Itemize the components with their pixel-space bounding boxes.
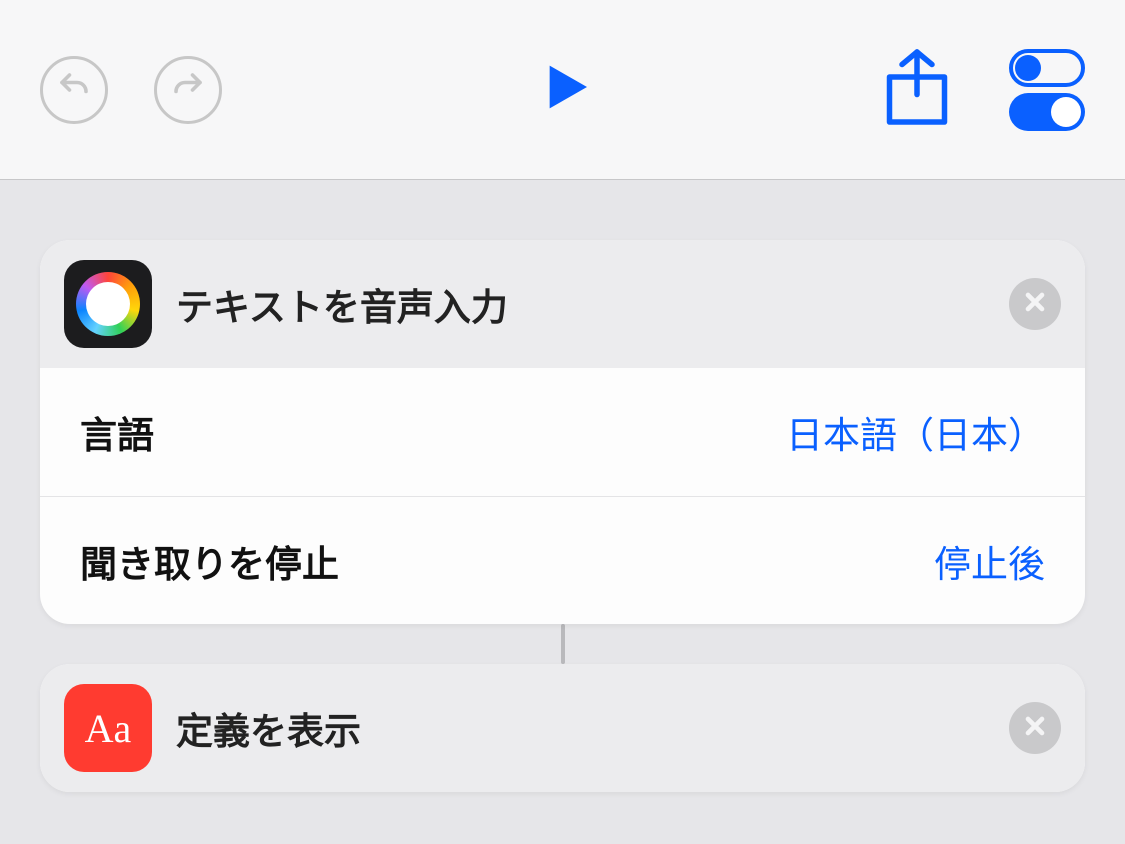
- param-value-stop[interactable]: 停止後: [934, 534, 1045, 588]
- param-label-stop: 聞き取りを停止: [80, 534, 339, 588]
- remove-action-button[interactable]: [1009, 278, 1061, 330]
- undo-icon: [56, 69, 92, 110]
- action-connector: [40, 624, 1085, 664]
- play-icon: [531, 55, 595, 124]
- share-button[interactable]: [881, 47, 953, 132]
- param-value-language[interactable]: 日本語（日本）: [786, 405, 1045, 459]
- action-card-dictate-text: テキストを音声入力 言語 日本語（日本） 聞き取りを停止 停止後: [40, 240, 1085, 624]
- play-button[interactable]: [531, 55, 595, 124]
- settings-toggle-icon: [1009, 49, 1085, 131]
- undo-button[interactable]: [40, 56, 108, 124]
- action-header[interactable]: テキストを音声入力: [40, 240, 1085, 368]
- close-icon: [1021, 712, 1049, 745]
- param-language-row[interactable]: 言語 日本語（日本）: [40, 368, 1085, 496]
- toolbar-left: [40, 56, 222, 124]
- settings-button[interactable]: [1009, 49, 1085, 131]
- action-title: 定義を表示: [176, 701, 361, 755]
- dictionary-icon: Aa: [64, 684, 152, 772]
- remove-action-button[interactable]: [1009, 702, 1061, 754]
- action-header[interactable]: Aa 定義を表示: [40, 664, 1085, 792]
- close-icon: [1021, 288, 1049, 321]
- redo-button[interactable]: [154, 56, 222, 124]
- param-stop-listening-row[interactable]: 聞き取りを停止 停止後: [40, 496, 1085, 624]
- action-title: テキストを音声入力: [176, 277, 508, 331]
- toolbar-right: [881, 47, 1085, 132]
- redo-icon: [170, 69, 206, 110]
- param-label-language: 言語: [80, 405, 154, 459]
- action-card-show-definition: Aa 定義を表示: [40, 664, 1085, 792]
- toolbar: [0, 0, 1125, 180]
- workflow-content: テキストを音声入力 言語 日本語（日本） 聞き取りを停止 停止後 Aa: [0, 180, 1125, 792]
- share-icon: [881, 114, 953, 131]
- dictation-icon: [64, 260, 152, 348]
